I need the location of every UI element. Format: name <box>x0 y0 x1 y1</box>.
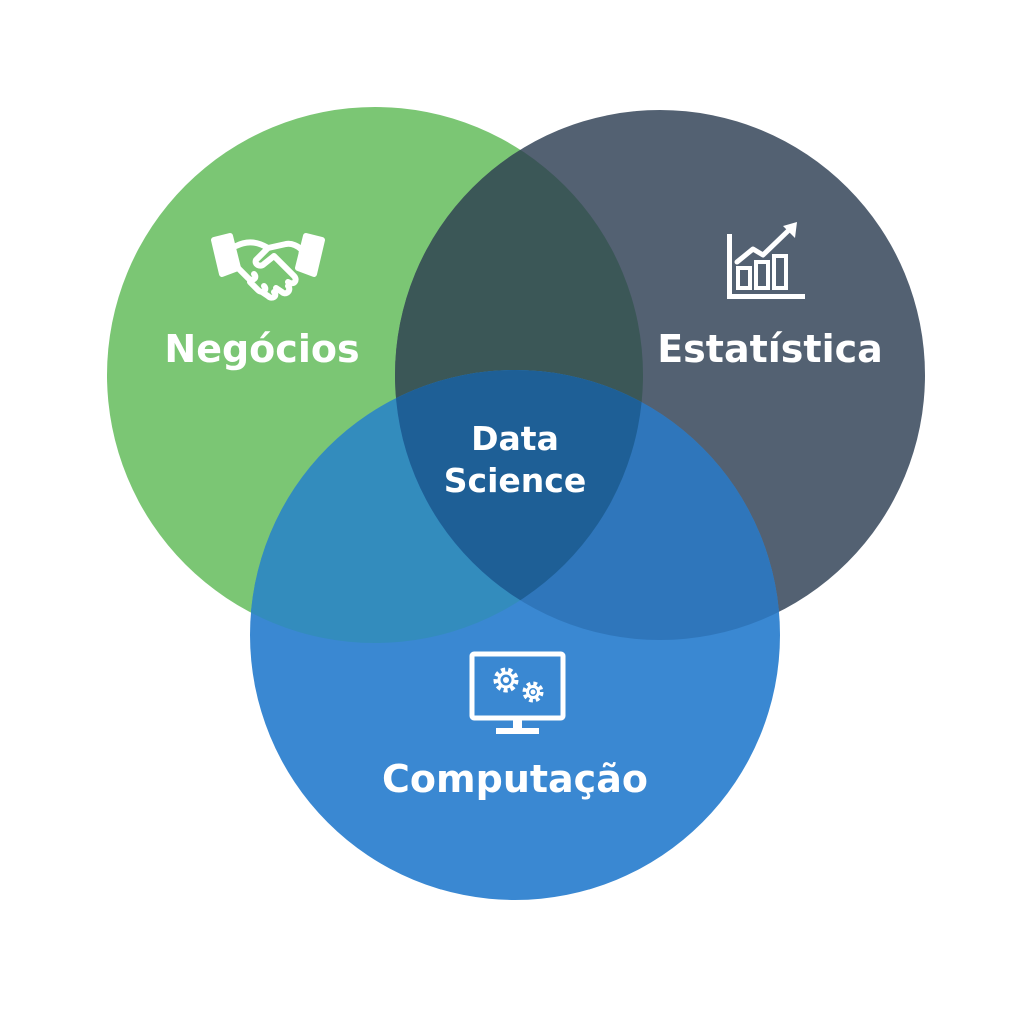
label-computing: Computação <box>382 757 648 801</box>
label-business: Negócios <box>164 327 359 371</box>
venn-diagram: Negócios Estatística Computação Data Sci… <box>107 107 925 900</box>
center-label-line1: Data <box>471 419 559 458</box>
label-statistics: Estatística <box>657 327 883 371</box>
center-label-line2: Science <box>444 461 586 500</box>
